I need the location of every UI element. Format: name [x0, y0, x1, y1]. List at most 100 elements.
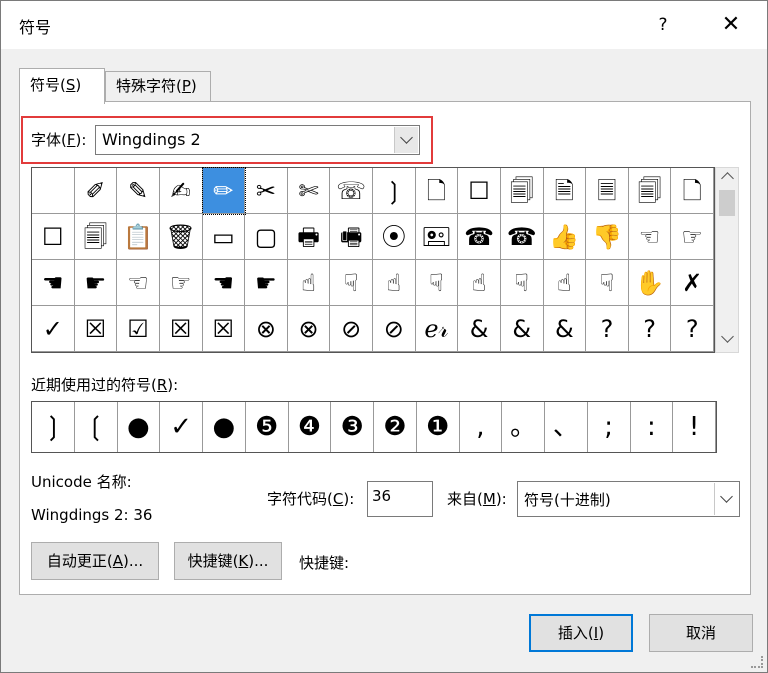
- recent-symbol-cell[interactable]: ●: [203, 402, 246, 452]
- recent-symbol-cell[interactable]: ●: [118, 402, 161, 452]
- resize-grip-icon[interactable]: [751, 656, 763, 668]
- tab-special-characters[interactable]: 特殊字符(P): [105, 71, 211, 102]
- symbol-cell[interactable]: [32, 168, 75, 214]
- symbol-cell[interactable]: 🖷: [330, 214, 373, 260]
- recent-symbol-cell[interactable]: ❶: [417, 402, 460, 452]
- symbol-cell[interactable]: ☜: [117, 260, 160, 306]
- symbol-cell[interactable]: ☟: [330, 260, 373, 306]
- symbol-cell[interactable]: ✏: [201, 167, 247, 215]
- recent-symbol-cell[interactable]: ❸: [331, 402, 374, 452]
- font-dropdown-button[interactable]: [394, 127, 418, 153]
- tab-symbols[interactable]: 符号(S): [19, 68, 105, 104]
- symbol-cell[interactable]: ☟: [586, 260, 629, 306]
- symbol-cell[interactable]: ✓: [32, 306, 75, 352]
- symbol-cell[interactable]: ▢: [245, 214, 288, 260]
- recent-symbol-cell[interactable]: ✓: [160, 402, 203, 452]
- symbol-cell[interactable]: ℯ𝓇: [415, 306, 459, 352]
- symbol-cell[interactable]: &: [500, 306, 544, 352]
- symbol-cell[interactable]: ☐: [458, 168, 501, 214]
- symbol-cell[interactable]: ✂: [245, 168, 288, 214]
- symbol-cell[interactable]: ?: [671, 306, 714, 352]
- symbol-cell[interactable]: ☒: [202, 306, 246, 352]
- symbol-cell[interactable]: 🖶: [287, 214, 331, 260]
- scrollbar-thumb[interactable]: [719, 190, 735, 216]
- symbol-cell[interactable]: ✎: [117, 168, 160, 214]
- symbol-cell[interactable]: ☟: [500, 260, 544, 306]
- symbol-cell[interactable]: 🗋: [671, 168, 714, 214]
- from-select[interactable]: 符号(十进制): [517, 481, 740, 517]
- recent-symbol-cell[interactable]: !: [673, 402, 716, 452]
- symbol-cell[interactable]: &: [458, 306, 501, 352]
- symbol-cell[interactable]: ☐: [32, 214, 75, 260]
- symbol-cell[interactable]: ?: [586, 306, 629, 352]
- symbol-cell[interactable]: ☛: [245, 260, 288, 306]
- recent-symbol-cell[interactable]: ;: [588, 402, 631, 452]
- cancel-button[interactable]: 取消: [649, 614, 753, 652]
- recent-symbol-cell[interactable]: ❲: [75, 402, 118, 452]
- chevron-down-icon[interactable]: [721, 330, 734, 343]
- symbol-cell[interactable]: ☎: [458, 214, 501, 260]
- recent-symbol-cell[interactable]: ❷: [374, 402, 417, 452]
- symbol-cell[interactable]: ✋: [628, 260, 672, 306]
- recent-symbol-cell[interactable]: :: [631, 402, 674, 452]
- symbol-cell[interactable]: ☝: [543, 260, 587, 306]
- symbol-cell[interactable]: 👍: [543, 214, 587, 260]
- symbol-grid[interactable]: ✐ ✎ ✍ ✏ ✂ ✄ ☏ ❳ 🗋 ☐ 🗐 🗎 🗏 🗐 🗋 ☐ 🗐 📋 🗑 ▭ ▢ 🖶 🖷 ⦿ 🖭 ☎ ☎ 👍 👎 ☜ ☞ ☚ ☛ ☜ ☞ ☚ ☛ ☝ ☟ ☝…: [31, 167, 715, 353]
- symbol-cell[interactable]: 👎: [586, 214, 629, 260]
- autocorrect-button[interactable]: 自动更正(A)...: [31, 542, 159, 580]
- symbol-cell[interactable]: &: [543, 306, 587, 352]
- from-dropdown-button[interactable]: [714, 483, 738, 515]
- chevron-up-icon[interactable]: [721, 172, 734, 185]
- recent-symbol-cell[interactable]: ❳: [32, 402, 75, 452]
- symbol-cell[interactable]: ☜: [628, 214, 672, 260]
- symbol-cell[interactable]: 📋: [117, 214, 160, 260]
- symbol-cell[interactable]: 🗎: [543, 168, 587, 214]
- recent-symbol-cell[interactable]: ❺: [246, 402, 289, 452]
- symbol-cell[interactable]: ⊘: [330, 306, 373, 352]
- symbol-cell[interactable]: ▭: [202, 214, 246, 260]
- recent-symbol-cell[interactable]: 。: [502, 402, 545, 452]
- symbol-cell[interactable]: 🗏: [586, 168, 629, 214]
- symbol-cell[interactable]: 🖭: [415, 214, 459, 260]
- symbol-cell[interactable]: ☑: [117, 306, 160, 352]
- symbol-cell[interactable]: ⊘: [373, 306, 416, 352]
- insert-button[interactable]: 插入(I): [529, 614, 633, 652]
- help-button[interactable]: ?: [645, 9, 681, 41]
- symbol-cell[interactable]: ☛: [74, 260, 118, 306]
- symbol-cell[interactable]: ☝: [287, 260, 331, 306]
- symbol-cell[interactable]: ☞: [671, 214, 714, 260]
- symbol-cell[interactable]: 🗐: [74, 214, 118, 260]
- symbol-cell[interactable]: ☎: [500, 214, 544, 260]
- symbol-cell[interactable]: ☝: [373, 260, 416, 306]
- symbol-cell[interactable]: ☒: [159, 306, 203, 352]
- symbol-cell[interactable]: ☒: [74, 306, 118, 352]
- symbol-cell[interactable]: ☚: [32, 260, 75, 306]
- symbol-cell[interactable]: ⦿: [373, 214, 416, 260]
- symbol-cell[interactable]: ⊗: [245, 306, 288, 352]
- symbol-cell[interactable]: ?: [628, 306, 672, 352]
- recent-symbol-cell[interactable]: 、: [545, 402, 588, 452]
- symbol-cell[interactable]: ✄: [287, 168, 331, 214]
- close-button[interactable]: ✕: [706, 9, 756, 41]
- symbol-cell[interactable]: ☝: [458, 260, 501, 306]
- symbol-cell[interactable]: ☞: [159, 260, 203, 306]
- symbol-cell[interactable]: 🗋: [415, 168, 459, 214]
- recent-symbols[interactable]: ❳ ❲ ● ✓ ● ❺ ❹ ❸ ❷ ❶,。、;:!: [31, 401, 717, 453]
- symbol-cell[interactable]: ☚: [202, 260, 246, 306]
- symbol-cell[interactable]: 🗑: [159, 214, 203, 260]
- symbol-cell[interactable]: ✐: [74, 168, 118, 214]
- symbol-cell[interactable]: ❳: [373, 168, 416, 214]
- symbol-cell[interactable]: ☟: [415, 260, 459, 306]
- symbol-cell[interactable]: 🗐: [628, 168, 672, 214]
- symbol-cell[interactable]: ✍: [159, 168, 203, 214]
- shortcut-key-button[interactable]: 快捷键(K)...: [174, 542, 282, 580]
- symbol-cell[interactable]: ☏: [330, 168, 373, 214]
- recent-symbol-cell[interactable]: ❹: [289, 402, 332, 452]
- symbol-cell[interactable]: 🗐: [500, 168, 544, 214]
- recent-symbol-cell[interactable]: ,: [460, 402, 503, 452]
- symbol-cell[interactable]: ⊗: [287, 306, 331, 352]
- symbol-cell[interactable]: ✗: [671, 260, 714, 306]
- font-select[interactable]: Wingdings 2: [95, 125, 420, 155]
- symbol-grid-scrollbar[interactable]: [715, 167, 739, 353]
- char-code-input[interactable]: 36: [367, 481, 433, 517]
